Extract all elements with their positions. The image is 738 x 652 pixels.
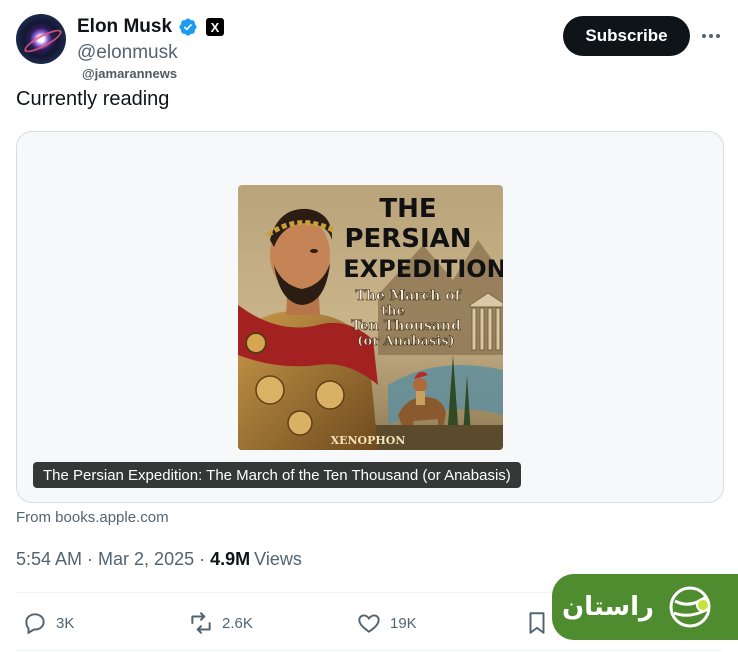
card-caption[interactable]: The Persian Expedition: The March of the… <box>33 462 521 488</box>
divider <box>16 650 722 651</box>
book-cover-image: THE PERSIAN EXPEDITION The March of the … <box>238 185 503 450</box>
tweet-text: Currently reading <box>16 88 170 110</box>
like-button[interactable]: 19K <box>356 610 417 636</box>
ball-logo-icon <box>669 586 711 628</box>
meta-separator: · <box>87 549 94 569</box>
bookmark-icon <box>529 612 545 634</box>
link-card[interactable]: THE PERSIAN EXPEDITION The March of the … <box>16 131 724 503</box>
cover-title-line2: PERSIAN <box>344 224 471 254</box>
reply-button[interactable]: 3K <box>22 610 74 636</box>
repost-button[interactable]: 2.6K <box>188 610 253 636</box>
tweet-meta: 5:54 AM · Mar 2, 2025 · 4.9M Views <box>16 549 302 570</box>
views-label: Views <box>254 549 302 569</box>
repost-icon <box>191 612 211 634</box>
cover-subtitle-line1: The March of <box>355 288 461 304</box>
author-name[interactable]: Elon Musk <box>77 16 172 38</box>
reply-count: 3K <box>56 614 75 632</box>
brand-text: راستان <box>561 592 654 622</box>
watermark: @jamarannews <box>82 66 178 81</box>
cover-title-line3: EXPEDITION <box>343 255 503 283</box>
x-affiliation-icon: X <box>206 18 225 36</box>
cover-title-line1: THE <box>379 194 436 224</box>
cover-subtitle-line2: the <box>381 304 405 319</box>
author-handle[interactable]: @elonmusk <box>77 42 178 64</box>
tweet-date[interactable]: Mar 2, 2025 <box>98 549 194 570</box>
meta-separator: · <box>199 549 206 569</box>
views-count: 4.9M <box>210 549 251 569</box>
author-row: Elon Musk X <box>77 16 225 38</box>
avatar[interactable] <box>16 14 66 64</box>
tweet-time[interactable]: 5:54 AM <box>16 549 82 570</box>
more-icon[interactable] <box>700 25 722 47</box>
reply-icon <box>25 613 45 635</box>
cover-subtitle-line3: Ten Thousand <box>351 318 461 334</box>
cover-author: XENOPHON <box>331 434 406 447</box>
subscribe-button[interactable]: Subscribe <box>563 16 690 56</box>
bookmark-button[interactable] <box>524 610 550 636</box>
card-source[interactable]: From books.apple.com <box>16 509 169 526</box>
verified-badge-icon <box>179 18 197 36</box>
cover-subtitle-line4: (or Anabasis) <box>357 334 454 349</box>
like-count: 19K <box>390 614 417 632</box>
brand-overlay: راستان <box>552 574 738 640</box>
heart-icon <box>358 614 380 633</box>
repost-count: 2.6K <box>222 614 253 632</box>
